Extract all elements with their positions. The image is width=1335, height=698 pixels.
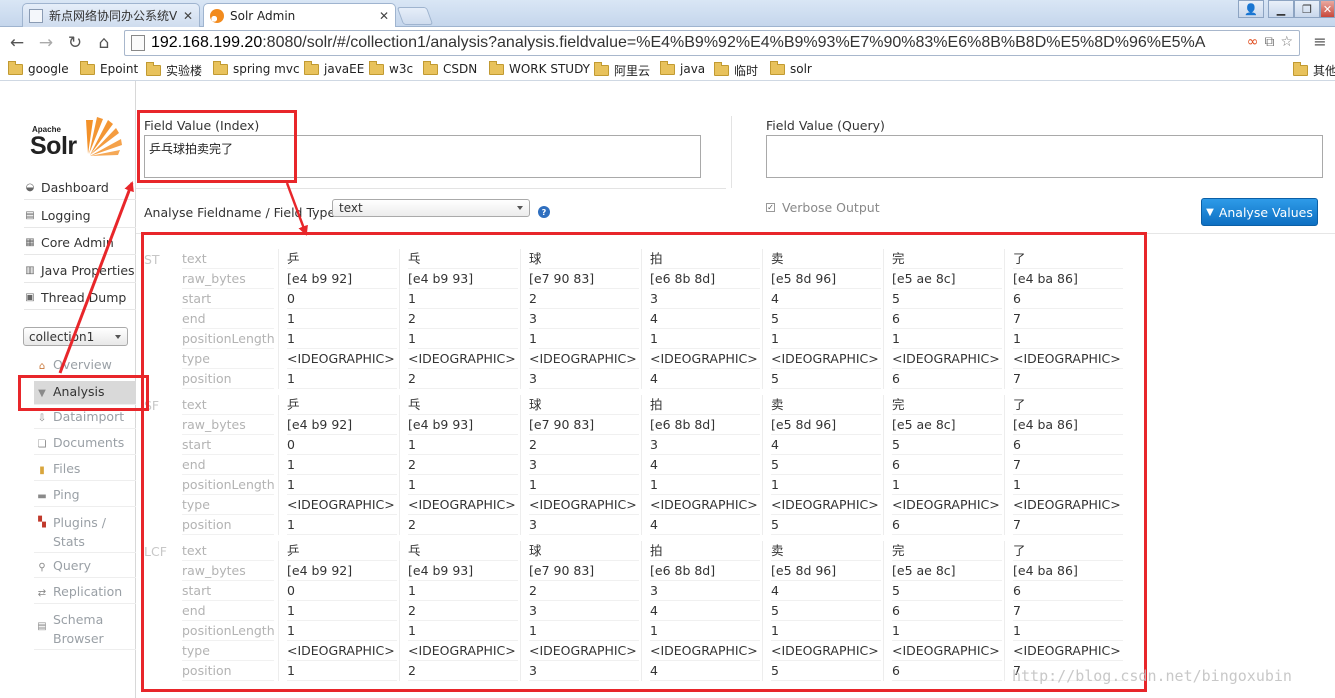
arrow-menu-to-input <box>58 181 134 374</box>
arrow-input-to-results <box>285 182 308 236</box>
watermark: http://blog.csdn.net/bingoxubin <box>1012 667 1292 685</box>
annotation-arrows <box>58 181 308 374</box>
